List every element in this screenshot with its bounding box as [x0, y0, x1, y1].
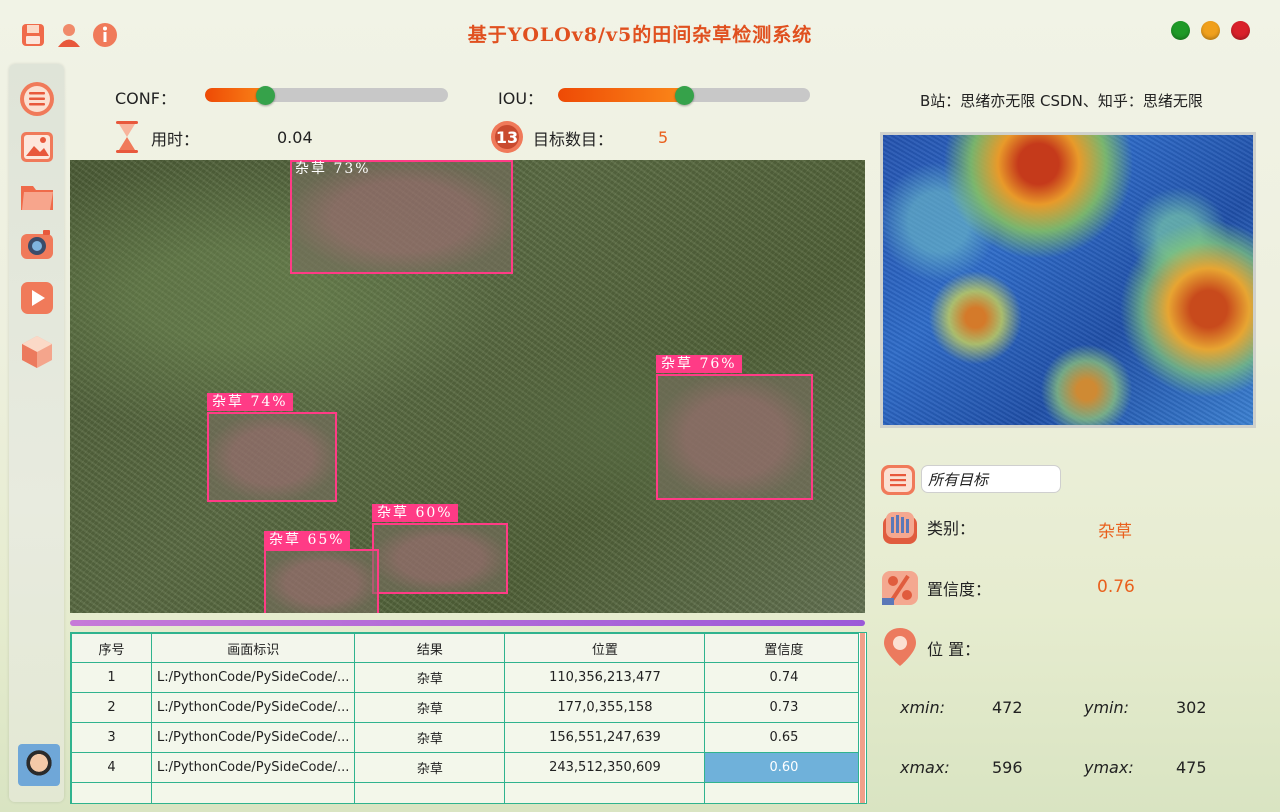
conf-slider-handle[interactable]: [256, 85, 276, 105]
minimize-button[interactable]: [1201, 21, 1220, 40]
table-cell[interactable]: [71, 782, 152, 803]
ymax-value: 475: [1176, 758, 1207, 777]
conf-slider[interactable]: [205, 88, 448, 102]
table-cell[interactable]: 243,512,350,609: [504, 752, 706, 783]
ymin-label: ymin:: [1084, 698, 1130, 717]
table-cell[interactable]: 177,0,355,158: [504, 692, 706, 723]
table-cell[interactable]: 110,356,213,477: [504, 662, 706, 693]
maximize-button[interactable]: [1171, 21, 1190, 40]
iou-slider-handle[interactable]: [674, 85, 694, 105]
conf-label: CONF：: [115, 89, 176, 108]
table-row-empty[interactable]: [71, 782, 864, 803]
table-cell[interactable]: 杂草: [354, 662, 506, 693]
column-header[interactable]: 序号: [71, 633, 152, 663]
table-cell[interactable]: 0.73: [704, 692, 864, 723]
detection-box: [656, 374, 813, 500]
position-label: 位 置：: [927, 640, 981, 659]
image-icon[interactable]: [18, 128, 56, 166]
table-scrollbar[interactable]: [858, 633, 866, 803]
model-cube-icon[interactable]: [18, 333, 56, 371]
table-cell[interactable]: 4: [71, 752, 152, 783]
detection-label: 杂草 60%: [372, 504, 458, 522]
iou-slider-fill: [558, 88, 690, 102]
table-cell[interactable]: 杂草: [354, 722, 506, 753]
table-cell[interactable]: [704, 782, 864, 803]
table-cell[interactable]: [504, 782, 706, 803]
target-list-icon[interactable]: [880, 465, 916, 495]
table-cell[interactable]: 1: [71, 662, 152, 693]
table-cell[interactable]: L:/PythonCode/PySideCode/...: [150, 722, 356, 753]
window-title: 基于YOLOv8/v5的田间杂草检测系统: [467, 24, 813, 46]
category-label: 类别：: [927, 519, 976, 538]
time-value: 0.04: [277, 128, 313, 147]
hourglass-icon: [114, 120, 140, 158]
target-count-icon: 13: [490, 120, 524, 158]
table-cell[interactable]: 2: [71, 692, 152, 723]
column-header[interactable]: 置信度: [704, 633, 864, 663]
table-row[interactable]: 3 L:/PythonCode/PySideCode/... 杂草 156,55…: [71, 722, 864, 753]
detection-label: 杂草 74%: [207, 393, 293, 411]
table-cell-selected[interactable]: 0.60: [704, 752, 864, 783]
confidence-label: 置信度：: [927, 580, 992, 599]
detection-box: [264, 549, 379, 613]
xmax-value: 596: [992, 758, 1023, 777]
processing-progress-bar: [70, 620, 865, 626]
svg-text:13: 13: [496, 128, 518, 147]
xmin-label: xmin:: [900, 698, 946, 717]
table-cell[interactable]: L:/PythonCode/PySideCode/...: [150, 662, 356, 693]
time-label: 用时：: [151, 130, 200, 149]
table-cell[interactable]: [150, 782, 356, 803]
results-table[interactable]: 序号 画面标识 结果 位置 置信度 1 L:/PythonCode/PySide…: [70, 632, 867, 804]
detection-label: 杂草 65%: [264, 531, 350, 549]
detection-box: [372, 523, 508, 594]
table-cell[interactable]: 杂草: [354, 692, 506, 723]
detection-label: 杂草 73%: [295, 161, 371, 177]
table-cell[interactable]: 0.65: [704, 722, 864, 753]
heatmap-image: [880, 132, 1256, 428]
sidebar: [9, 64, 64, 802]
table-cell[interactable]: [354, 782, 506, 803]
count-label: 目标数目：: [533, 130, 614, 149]
location-pin-icon: [880, 626, 920, 666]
detection-image: 杂草 73% 杂草 76% 杂草 74% 杂草 60% 杂草 65%: [70, 160, 865, 613]
ymin-value: 302: [1176, 698, 1207, 717]
column-header[interactable]: 结果: [354, 633, 506, 663]
table-row[interactable]: 2 L:/PythonCode/PySideCode/... 杂草 177,0,…: [71, 692, 864, 723]
table-header-row: 序号 画面标识 结果 位置 置信度: [71, 633, 864, 663]
confidence-value: 0.76: [1097, 577, 1135, 597]
table-scrollbar-thumb[interactable]: [860, 633, 865, 803]
table-cell[interactable]: 156,551,247,639: [504, 722, 706, 753]
avatar[interactable]: [18, 744, 60, 786]
category-value: 杂草: [1098, 522, 1132, 542]
table-cell[interactable]: L:/PythonCode/PySideCode/...: [150, 752, 356, 783]
folder-icon[interactable]: [18, 177, 56, 215]
xmax-label: xmax:: [900, 758, 950, 777]
column-header[interactable]: 画面标识: [150, 633, 356, 663]
column-header[interactable]: 位置: [504, 633, 706, 663]
author-credit: B站：思绪亦无限 CSDN、知乎：思绪无限: [920, 92, 1203, 110]
category-icon: [880, 508, 920, 548]
camera-icon[interactable]: [18, 226, 56, 264]
detection-box: [207, 412, 337, 502]
table-cell[interactable]: 0.74: [704, 662, 864, 693]
table-cell[interactable]: 3: [71, 722, 152, 753]
iou-label: IOU：: [498, 89, 544, 108]
table-row[interactable]: 1 L:/PythonCode/PySideCode/... 杂草 110,35…: [71, 662, 864, 693]
close-button[interactable]: [1231, 21, 1250, 40]
menu-icon[interactable]: [18, 80, 56, 118]
target-select[interactable]: 所有目标: [921, 465, 1061, 493]
video-play-icon[interactable]: [18, 279, 56, 317]
ymax-label: ymax:: [1084, 758, 1134, 777]
table-cell[interactable]: L:/PythonCode/PySideCode/...: [150, 692, 356, 723]
table-cell[interactable]: 杂草: [354, 752, 506, 783]
table-row[interactable]: 4 L:/PythonCode/PySideCode/... 杂草 243,51…: [71, 752, 864, 783]
xmin-value: 472: [992, 698, 1023, 717]
count-value: 5: [658, 128, 669, 147]
detection-label: 杂草 76%: [656, 355, 742, 373]
percent-icon: [880, 568, 920, 608]
